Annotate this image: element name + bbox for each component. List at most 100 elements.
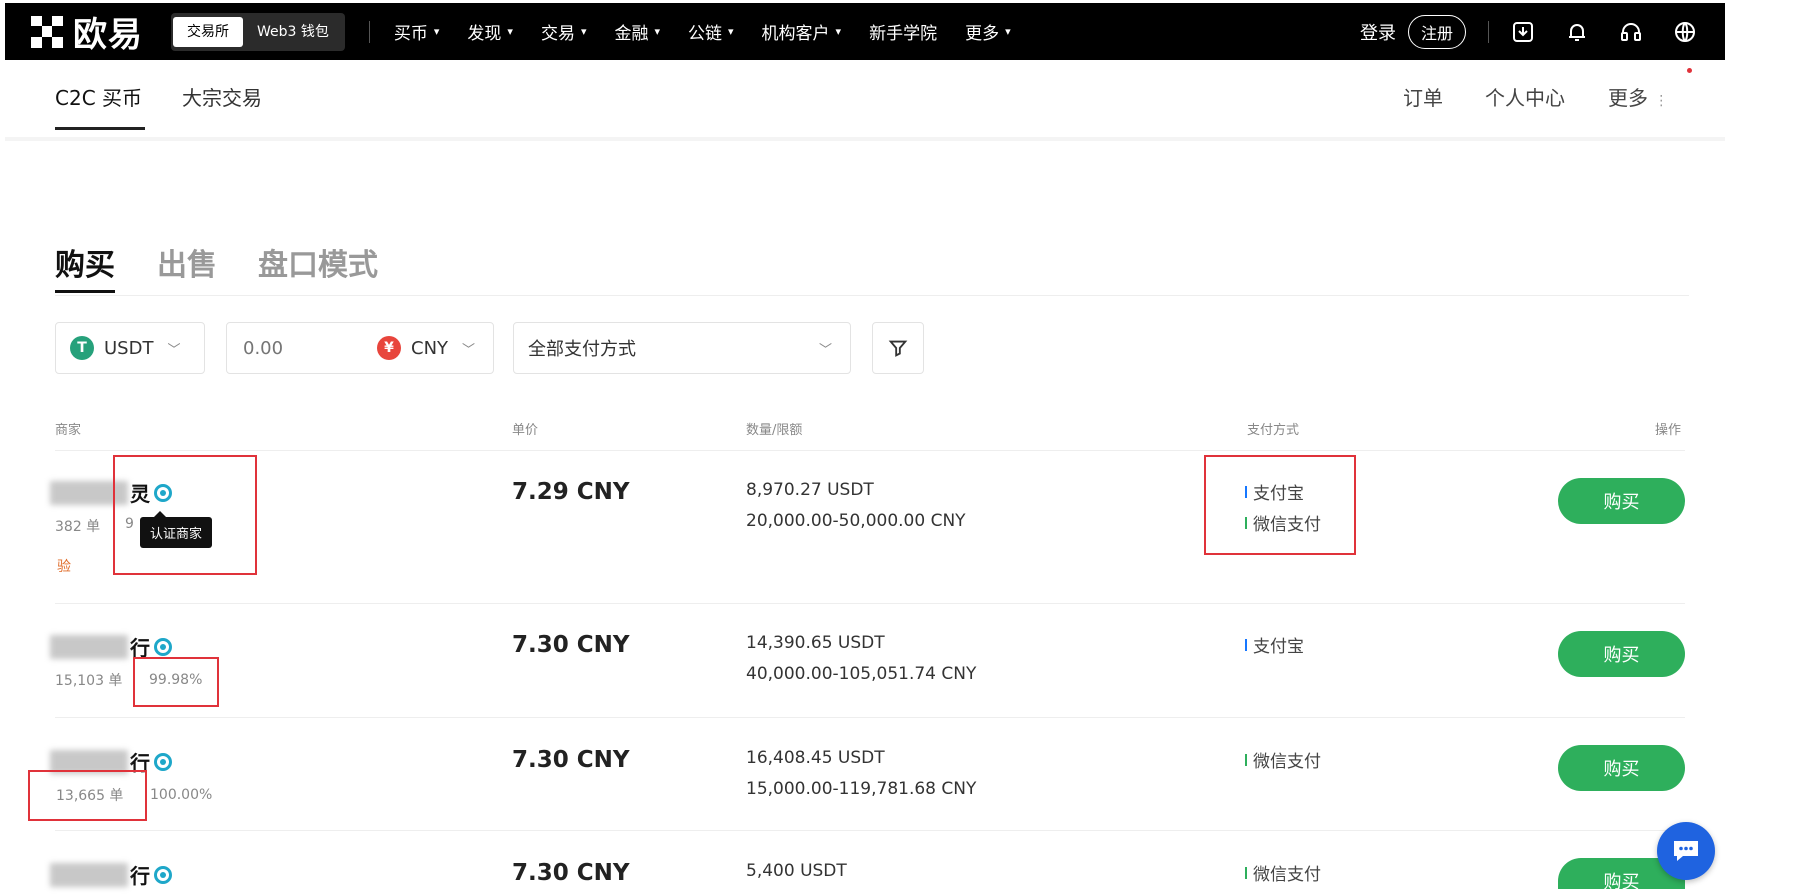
payment-label: 微信支付 <box>1253 752 1321 772</box>
coin-select[interactable]: T USDT ﹀ <box>55 322 205 374</box>
chevron-down-icon: ▾ <box>507 25 513 38</box>
globe-icon[interactable] <box>1671 18 1699 46</box>
top-navigation-bar: 欧易 交易所 Web3 钱包 买币 ▾ 发现 ▾ 交易 ▾ 金融 ▾ 公链 ▾ 机构客户 ▾… <box>5 3 1725 60</box>
order-limit: 20,000.00-50,000.00 CNY <box>746 511 966 531</box>
bell-icon[interactable] <box>1563 18 1591 46</box>
chevron-down-icon: ▾ <box>580 25 587 38</box>
amount-input[interactable] <box>241 336 365 360</box>
nav-right-group: 登录 注册 <box>1360 3 1725 60</box>
tab-orderbook-mode[interactable]: 盘口模式 <box>258 240 378 284</box>
tab-bulk-trade[interactable]: 大宗交易 <box>182 82 262 111</box>
verified-merchant-icon[interactable] <box>154 752 172 771</box>
divider <box>55 295 1689 296</box>
orders-link[interactable]: 订单 <box>1403 82 1443 111</box>
filter-button[interactable] <box>872 322 924 374</box>
payment-method-alipay: 支付宝 <box>1245 632 1304 657</box>
unit-price: 7.29 CNY <box>512 479 630 505</box>
buy-button[interactable]: 购买 <box>1558 745 1685 791</box>
tab-buy[interactable]: 购买 <box>55 240 115 284</box>
order-count: 15,103 单 <box>55 673 123 689</box>
exchange-segment[interactable]: 交易所 <box>173 16 243 47</box>
nav-discover[interactable]: 发现 ▾ <box>467 19 513 44</box>
tab-sell[interactable]: 出售 <box>157 240 217 284</box>
divider <box>55 717 1685 718</box>
highlight-completion-rate <box>133 657 219 707</box>
name-suffix: 行 <box>130 864 150 888</box>
amount-currency-field: ¥ CNY ﹀ <box>226 322 494 374</box>
payment-label: 全部支付方式 <box>528 339 636 360</box>
available-quantity: 14,390.65 USDT <box>746 633 885 653</box>
logo-text: 欧易 <box>73 15 143 55</box>
kebab-icon: ⋮ <box>1654 93 1669 109</box>
okx-logo-icon <box>31 15 63 48</box>
chevron-down-icon: ▾ <box>728 25 734 38</box>
headset-icon[interactable] <box>1617 18 1645 46</box>
nav-divider <box>368 20 370 43</box>
nav-label: 公链 <box>688 24 723 44</box>
download-icon[interactable] <box>1509 18 1537 46</box>
c2c-subnav: C2C 买币 大宗交易 订单 个人中心 更多 ⋮ <box>5 60 1725 141</box>
okx-logo[interactable]: 欧易 <box>31 7 143 56</box>
available-quantity: 5,400 USDT <box>746 861 847 881</box>
nav-label: 交易 <box>540 24 575 44</box>
header-action: 操作 <box>1655 423 1682 438</box>
order-limit: 15,000.00-119,781.68 CNY <box>746 779 977 799</box>
usdt-icon: T <box>70 336 94 360</box>
nav-finance[interactable]: 金融 ▾ <box>614 19 660 44</box>
register-button[interactable]: 注册 <box>1407 14 1466 49</box>
chevron-down-icon: ﹀ <box>462 342 476 358</box>
nav-institutional[interactable]: 机构客户 ▾ <box>762 19 842 44</box>
buy-button[interactable]: 购买 <box>1558 631 1685 677</box>
payment-label: 微信支付 <box>1253 865 1321 885</box>
unit-price: 7.30 CNY <box>512 860 630 886</box>
nav-chain[interactable]: 公链 ▾ <box>688 19 734 44</box>
active-tab-indicator <box>55 127 145 130</box>
tab-c2c-buy[interactable]: C2C 买币 <box>55 82 142 111</box>
chevron-down-icon: ﹀ <box>167 342 181 358</box>
nav-trade[interactable]: 交易 ▾ <box>541 19 587 44</box>
header-price: 单价 <box>512 423 539 438</box>
fiat-label: CNY <box>411 337 449 359</box>
chevron-down-icon: ▾ <box>1005 25 1011 38</box>
web3-wallet-segment[interactable]: Web3 钱包 <box>243 17 343 47</box>
payment-method-wechat: 微信支付 <box>1245 860 1321 885</box>
payment-method-select[interactable]: 全部支付方式 ﹀ <box>513 322 851 374</box>
fiat-select[interactable]: ¥ CNY ﹀ <box>377 336 475 360</box>
verified-merchant-icon[interactable] <box>154 865 172 884</box>
highlight-payment-methods <box>1204 455 1356 555</box>
nav-label: 发现 <box>467 24 502 44</box>
nav-label: 金融 <box>614 24 649 44</box>
payment-method-wechat: 微信支付 <box>1245 747 1321 772</box>
nav-more[interactable]: 更多 ▾ <box>965 19 1011 44</box>
filter-icon <box>888 340 908 357</box>
available-quantity: 16,408.45 USDT <box>746 748 885 768</box>
product-switch: 交易所 Web3 钱包 <box>171 12 345 51</box>
nav-divider <box>1488 20 1489 43</box>
merchant-name[interactable]: 行 <box>50 860 172 889</box>
completion-rate: 100.00% <box>150 787 213 803</box>
divider <box>55 830 1685 831</box>
active-tab-indicator <box>55 290 115 293</box>
blurred-name <box>50 862 128 887</box>
verified-merchant-icon[interactable] <box>154 637 172 656</box>
nav-academy[interactable]: 新手学院 <box>869 19 937 44</box>
profile-link[interactable]: 个人中心 <box>1485 82 1565 111</box>
highlight-verified-badge <box>113 455 257 575</box>
unit-price: 7.30 CNY <box>512 747 630 773</box>
alipay-marker <box>1245 638 1247 651</box>
nav-buy-crypto[interactable]: 买币 ▾ <box>394 19 440 44</box>
chat-support-button[interactable] <box>1657 822 1715 880</box>
blurred-name <box>50 634 128 659</box>
payment-label: 支付宝 <box>1253 637 1304 657</box>
more-menu[interactable]: 更多 ⋮ <box>1608 82 1668 111</box>
login-link[interactable]: 登录 <box>1360 19 1396 45</box>
buy-button[interactable]: 购买 <box>1558 478 1685 524</box>
wechat-marker <box>1245 753 1247 766</box>
chevron-down-icon: ▾ <box>433 25 440 38</box>
highlight-order-count <box>28 770 147 821</box>
chat-bubble-icon <box>1674 841 1698 861</box>
coin-label: USDT <box>104 337 154 359</box>
verified-tag: 验 <box>57 559 71 575</box>
header-merchant: 商家 <box>55 423 82 438</box>
chevron-down-icon: ▾ <box>654 25 661 38</box>
